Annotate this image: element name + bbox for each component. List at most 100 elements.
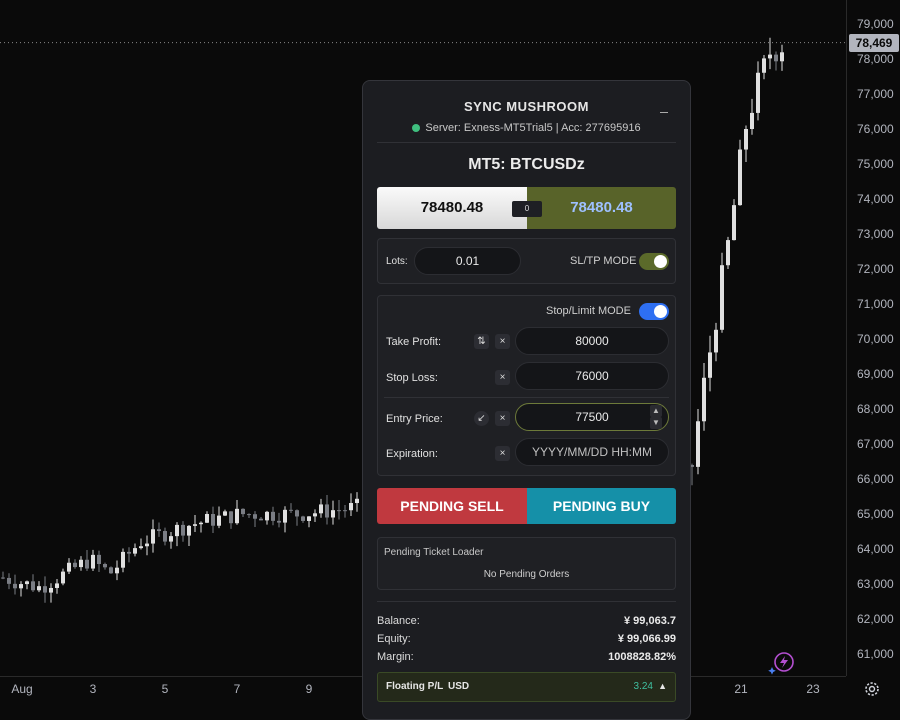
time-tick: Aug [11,682,33,696]
market-arrow-icon[interactable]: ↙ [474,411,489,426]
spin-down-icon[interactable]: ▼ [650,417,662,429]
candle-body [151,529,155,544]
candle-body [726,240,730,266]
candle-body [259,518,263,521]
stop-limit-label: Stop/Limit MODE [546,305,631,317]
price-tick: 74,000 [857,192,894,206]
price-tick: 66,000 [857,472,894,486]
entry-price-input[interactable]: 77500 ▲ ▼ [515,403,669,431]
candle-body [337,510,341,512]
stop-loss-input[interactable]: 76000 [515,362,669,390]
clear-entry-price-icon[interactable]: × [495,411,510,426]
candle-body [121,551,125,568]
price-tick: 76,000 [857,122,894,136]
stop-limit-toggle[interactable] [639,303,669,320]
candle-body [750,112,754,129]
candle-body [241,508,245,515]
candle-body [157,529,161,532]
take-profit-input[interactable]: 80000 [515,327,669,355]
time-tick: 21 [734,682,748,696]
candle-body [43,586,47,593]
candle-body [714,329,718,353]
candle-body [271,511,275,521]
sltp-mode-toggle[interactable] [639,253,669,270]
price-tick: 77,000 [857,87,894,101]
candle-body [223,511,227,516]
floating-pl-bar[interactable]: Floating P/L USD 3.24 ▲ [377,672,676,702]
floating-pl-currency: USD [448,681,470,692]
candle-body [283,509,287,523]
lightning-icon[interactable] [768,650,796,676]
clear-expiration-icon[interactable]: × [495,446,510,461]
entry-price-value: 77500 [575,410,609,424]
price-axis[interactable]: 79,000 78,000 77,000 76,000 75,000 74,000 73,0… [846,0,900,676]
trade-panel: SYNC MUSHROOM Server: Exness-MT5Trial5 |… [362,80,691,720]
candle-body [163,531,167,542]
server-status-text: Server: Exness-MT5Trial5 | Acc: 27769591… [425,122,641,134]
lots-label: Lots: [386,256,408,267]
ask-price[interactable]: 78480.48 [527,187,676,229]
pending-ticket-loader: Pending Ticket Loader No Pending Orders [377,537,676,590]
candle-body [79,559,83,568]
candle-body [774,54,778,62]
loader-title: Pending Ticket Loader [384,547,484,558]
price-tick: 78,000 [857,52,894,66]
toggle-knob [654,255,667,268]
balance-value: ¥ 99,063.7 [624,615,676,627]
candle-body [103,563,107,568]
candle-body [253,514,257,519]
price-tick: 71,000 [857,297,894,311]
margin-label: Margin: [377,651,414,663]
expand-arrow-icon[interactable]: ▲ [658,681,667,691]
candle-body [187,525,191,536]
price-tick: 70,000 [857,332,894,346]
candle-body [708,352,712,378]
pending-buy-button[interactable]: PENDING BUY [527,488,676,524]
candle-body [247,514,251,516]
swap-arrows-icon[interactable]: ⇅ [474,334,489,349]
spin-up-icon[interactable]: ▲ [650,405,662,417]
candle-body [199,522,203,525]
price-tick: 68,000 [857,402,894,416]
candle-body [127,551,131,554]
bid-price[interactable]: 78480.48 [377,187,527,229]
clear-stop-loss-icon[interactable]: × [495,370,510,385]
candle-body [265,511,269,521]
candle-body [744,128,748,150]
candle-body [738,149,742,206]
candle-body [331,510,335,518]
candle-body [145,543,149,547]
price-tick: 73,000 [857,227,894,241]
candle-body [217,515,221,526]
candle-body [139,546,143,549]
candle-body [25,581,29,585]
price-tick: 75,000 [857,157,894,171]
candle-body [720,265,724,330]
candle-body [67,562,71,572]
price-tick: 64,000 [857,542,894,556]
take-profit-label: Take Profit: [386,336,442,348]
expiration-input[interactable]: YYYY/MM/DD HH:MM [515,438,669,466]
candle-body [756,72,760,113]
quote-bar: 78480.48 78480.48 0 [377,187,676,229]
candle-body [73,562,77,568]
candle-body [55,583,59,588]
price-tick: 67,000 [857,437,894,451]
candle-body [7,577,11,584]
time-tick: 3 [89,682,97,696]
candle-body [702,377,706,422]
lots-input[interactable]: 0.01 [414,247,521,275]
candle-body [732,205,736,241]
entry-price-label: Entry Price: [386,413,443,425]
spread-badge: 0 [512,201,542,217]
balance-label: Balance: [377,615,420,627]
settings-gear-icon[interactable] [862,679,882,699]
minimize-icon[interactable] [660,103,670,113]
candle-body [319,504,323,514]
clear-take-profit-icon[interactable]: × [495,334,510,349]
expiration-label: Expiration: [386,448,438,460]
candle-body [19,584,23,589]
loader-message: No Pending Orders [483,569,570,580]
candle-body [115,567,119,574]
pending-sell-button[interactable]: PENDING SELL [377,488,527,524]
